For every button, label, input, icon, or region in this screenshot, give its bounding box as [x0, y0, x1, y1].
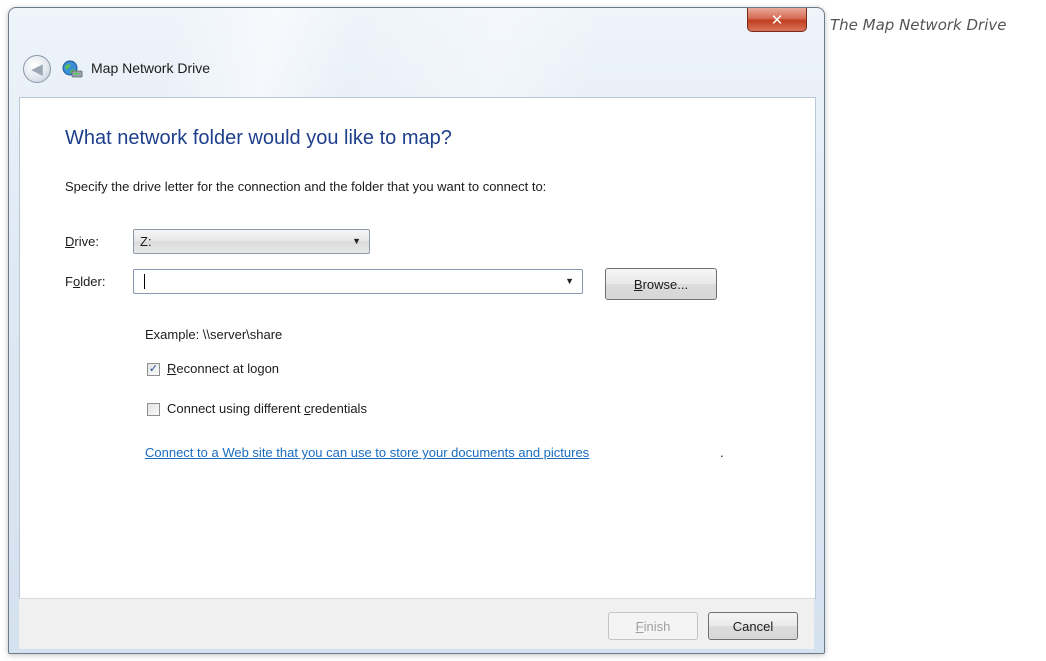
figure-caption: The Map Network Drive: [830, 16, 1007, 34]
folder-dropdown-arrow-icon[interactable]: ▼: [565, 270, 574, 293]
window-title: Map Network Drive: [91, 60, 211, 76]
text-caret: [144, 274, 145, 289]
back-button[interactable]: ◀: [23, 55, 51, 83]
drive-select[interactable]: Z: ▼: [133, 229, 370, 254]
reconnect-mnemonic: R: [167, 361, 177, 376]
web-site-link[interactable]: Connect to a Web site that you can use t…: [145, 445, 589, 460]
finish-button[interactable]: Finish: [608, 612, 698, 640]
page-heading: What network folder would you like to ma…: [65, 127, 452, 149]
example-text: Example: \\server\share: [145, 327, 283, 342]
browse-mnemonic: B: [633, 276, 643, 292]
map-network-drive-dialog: ✕ ◀ Map Network Drive What network folde…: [8, 7, 825, 654]
browse-label-rest: rowse...: [642, 276, 689, 292]
drive-label: Drive:: [65, 234, 99, 249]
dialog-content: What network folder would you like to ma…: [19, 97, 816, 599]
instruction-text: Specify the drive letter for the connect…: [65, 179, 547, 194]
dialog-footer: Finish Cancel: [19, 598, 814, 649]
title-bar-glass: [9, 8, 824, 98]
back-arrow-icon: ◀: [31, 61, 43, 78]
cancel-button[interactable]: Cancel: [708, 612, 798, 640]
finish-mnemonic: F: [635, 618, 644, 634]
browse-button[interactable]: Browse...: [605, 268, 717, 300]
folder-label-rest: lder:: [80, 274, 106, 289]
folder-label-pre: F: [65, 274, 73, 289]
finish-label-rest: inish: [643, 618, 671, 634]
folder-input[interactable]: ▼: [133, 269, 583, 294]
credentials-checkbox[interactable]: [147, 403, 160, 416]
close-button[interactable]: ✕: [747, 8, 807, 32]
network-drive-icon: [62, 60, 83, 78]
drive-select-value: Z:: [140, 234, 152, 249]
credentials-label[interactable]: Connect using different credentials: [167, 401, 367, 416]
drive-dropdown-arrow-icon[interactable]: ▼: [352, 230, 361, 253]
close-icon: ✕: [770, 11, 784, 29]
drive-label-mnemonic: D: [65, 234, 75, 249]
link-period: .: [720, 445, 724, 460]
reconnect-label[interactable]: Reconnect at logon: [167, 361, 279, 376]
folder-label: Folder:: [65, 274, 105, 289]
reconnect-checkbox[interactable]: ✓: [147, 363, 160, 376]
credentials-label-pre: Connect using different: [167, 401, 305, 416]
check-mark-icon: ✓: [148, 363, 159, 375]
credentials-label-rest: redentials: [310, 401, 367, 416]
drive-label-rest: rive:: [74, 234, 99, 249]
reconnect-label-rest: econnect at logon: [176, 361, 280, 376]
